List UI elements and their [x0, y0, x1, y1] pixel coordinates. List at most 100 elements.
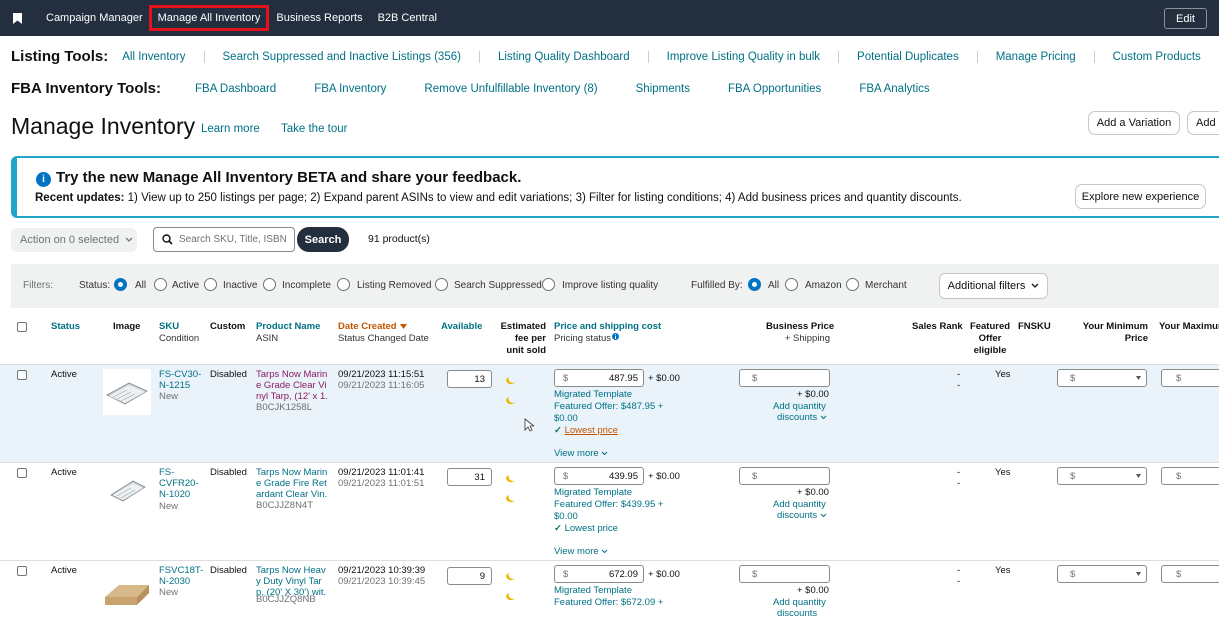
status-radio-inactive[interactable] — [204, 278, 217, 291]
price-input[interactable]: $439.95 — [554, 467, 644, 485]
row-name-line: y Duty Vinyl Tar — [256, 576, 322, 587]
nav-campaign-manager[interactable]: Campaign Manager — [46, 12, 143, 24]
pricing-template-link[interactable]: Migrated Template — [554, 585, 632, 596]
select-all-checkbox[interactable] — [17, 322, 27, 332]
product-thumbnail[interactable] — [103, 369, 151, 415]
link-search-suppressed[interactable]: Search Suppressed and Inactive Listings … — [203, 50, 479, 63]
business-price-input[interactable]: $ — [739, 467, 830, 485]
row-sku[interactable]: FS- CVFR20- N-1020 — [159, 467, 199, 500]
status-radio-incomplete[interactable] — [263, 278, 276, 291]
fulfilled-option-amazon[interactable]: Amazon — [805, 280, 842, 291]
view-more-link[interactable]: View more — [554, 448, 608, 459]
row-checkbox[interactable] — [17, 370, 27, 380]
nav-manage-all-inventory[interactable]: Manage All Inventory — [148, 5, 270, 31]
additional-filters-button[interactable]: Additional filters — [939, 273, 1048, 299]
currency-symbol: $ — [1070, 372, 1076, 384]
link-fba-dashboard[interactable]: FBA Dashboard — [175, 83, 294, 95]
col-date-created[interactable]: Date Created Status Changed Date — [338, 321, 429, 345]
status-option-improve-quality[interactable]: Improve listing quality — [562, 280, 658, 291]
bulk-action-select[interactable]: Action on 0 selected — [11, 228, 137, 252]
link-potential-duplicates[interactable]: Potential Duplicates — [838, 50, 977, 63]
max-price-input[interactable]: $ — [1161, 467, 1219, 485]
status-radio-improve-quality[interactable] — [542, 278, 555, 291]
status-option-inactive[interactable]: Inactive — [223, 280, 257, 291]
col-status[interactable]: Status — [51, 321, 80, 333]
status-radio-active[interactable] — [154, 278, 167, 291]
available-qty-input[interactable]: 9 — [447, 567, 492, 585]
pricing-template-link[interactable]: Migrated Template — [554, 389, 632, 400]
explore-new-experience-button[interactable]: Explore new experience — [1075, 184, 1206, 209]
fulfilled-option-all[interactable]: All — [768, 280, 779, 291]
link-all-inventory[interactable]: All Inventory — [122, 51, 203, 63]
status-option-active[interactable]: Active — [172, 280, 199, 291]
link-manage-pricing[interactable]: Manage Pricing — [976, 50, 1094, 63]
status-option-search-suppressed[interactable]: Search Suppressed — [454, 280, 542, 291]
fee-loading-icon — [506, 573, 515, 581]
view-more-link[interactable]: View more — [554, 546, 608, 557]
edit-nav-button[interactable]: Edit — [1164, 8, 1207, 29]
price-input[interactable]: $487.95 — [554, 369, 644, 387]
link-remove-unfulfillable[interactable]: Remove Unfulfillable Inventory (8) — [404, 83, 615, 95]
col-price[interactable]: Price and shipping cost Pricing status — [554, 321, 661, 345]
row-product-name[interactable]: Tarps Now Marin e Grade Fire Ret ardant Cl… — [256, 467, 327, 500]
link-shipments[interactable]: Shipments — [616, 83, 708, 95]
bookmark-icon[interactable] — [10, 11, 24, 25]
add-variation-button[interactable]: Add a Variation — [1088, 111, 1180, 135]
price-input[interactable]: $672.09 — [554, 565, 644, 583]
row-sku[interactable]: FSVC18T- N-2030 — [159, 565, 203, 587]
product-thumbnail[interactable] — [103, 467, 151, 513]
pricing-template-link[interactable]: Migrated Template — [554, 487, 632, 498]
max-price-input[interactable]: $ — [1161, 369, 1219, 387]
search-input[interactable]: Search SKU, Title, ISBN — [153, 227, 295, 252]
min-price-input[interactable]: $ — [1057, 369, 1147, 387]
fulfilled-radio-all[interactable] — [748, 278, 761, 291]
add-quantity-discounts-link[interactable]: Add quantity discounts — [773, 499, 827, 521]
status-radio-listing-removed[interactable] — [337, 278, 350, 291]
featured-offer-eligible: Yes — [995, 369, 1011, 380]
status-option-incomplete[interactable]: Incomplete — [282, 280, 331, 291]
add-quantity-discounts-link[interactable]: Add quantity discounts — [773, 401, 827, 423]
min-price-input[interactable]: $ — [1057, 565, 1147, 583]
info-icon[interactable] — [612, 333, 620, 340]
link-fba-inventory[interactable]: FBA Inventory — [294, 83, 404, 95]
lowest-price-label[interactable]: Lowest price — [565, 425, 618, 436]
row-checkbox[interactable] — [17, 566, 27, 576]
row-sku[interactable]: FS-CV30- N-1215 — [159, 369, 201, 391]
learn-more-link[interactable]: Learn more — [201, 123, 260, 135]
search-button[interactable]: Search — [297, 227, 349, 252]
status-option-listing-removed[interactable]: Listing Removed — [357, 280, 431, 291]
status-radio-search-suppressed[interactable] — [435, 278, 448, 291]
qty-label-2: discounts — [777, 412, 818, 423]
nav-business-reports[interactable]: Business Reports — [276, 12, 362, 24]
col-custom: Custom — [210, 321, 246, 332]
col-available[interactable]: Available — [441, 321, 482, 333]
min-price-input[interactable]: $ — [1057, 467, 1147, 485]
col-business-price: Business Price + Shipping — [766, 321, 834, 345]
link-listing-quality-dashboard[interactable]: Listing Quality Dashboard — [478, 50, 648, 63]
link-fba-analytics[interactable]: FBA Analytics — [839, 83, 947, 95]
nav-b2b-central[interactable]: B2B Central — [378, 12, 437, 24]
row-product-name[interactable]: Tarps Now Marin e Grade Clear Vi nyl Tarp,… — [256, 369, 328, 402]
add-quantity-discounts-link[interactable]: Add quantity discounts — [773, 597, 826, 619]
lowest-price-label[interactable]: Lowest price — [565, 523, 618, 534]
status-radio-all[interactable] — [114, 278, 127, 291]
featured-offer-shipping: $0.00 — [554, 413, 578, 424]
fulfilled-option-merchant[interactable]: Merchant — [865, 280, 907, 291]
status-option-all[interactable]: All — [135, 280, 146, 291]
fulfilled-radio-amazon[interactable] — [785, 278, 798, 291]
business-price-input[interactable]: $ — [739, 369, 830, 387]
row-checkbox[interactable] — [17, 468, 27, 478]
link-custom-products[interactable]: Custom Products — [1093, 50, 1219, 63]
available-qty-input[interactable]: 13 — [447, 370, 492, 388]
business-price-input[interactable]: $ — [739, 565, 830, 583]
col-sku[interactable]: SKU Condition — [159, 321, 199, 345]
link-improve-listing-quality[interactable]: Improve Listing Quality in bulk — [647, 50, 838, 63]
available-qty-input[interactable]: 31 — [447, 468, 492, 486]
col-product-name[interactable]: Product Name ASIN — [256, 321, 320, 345]
fulfilled-radio-merchant[interactable] — [846, 278, 859, 291]
max-price-input[interactable]: $ — [1161, 565, 1219, 583]
link-fba-opportunities[interactable]: FBA Opportunities — [708, 83, 839, 95]
add-product-button[interactable]: Add a Product — [1187, 111, 1219, 135]
take-tour-link[interactable]: Take the tour — [281, 123, 347, 135]
product-thumbnail[interactable] — [103, 573, 151, 615]
